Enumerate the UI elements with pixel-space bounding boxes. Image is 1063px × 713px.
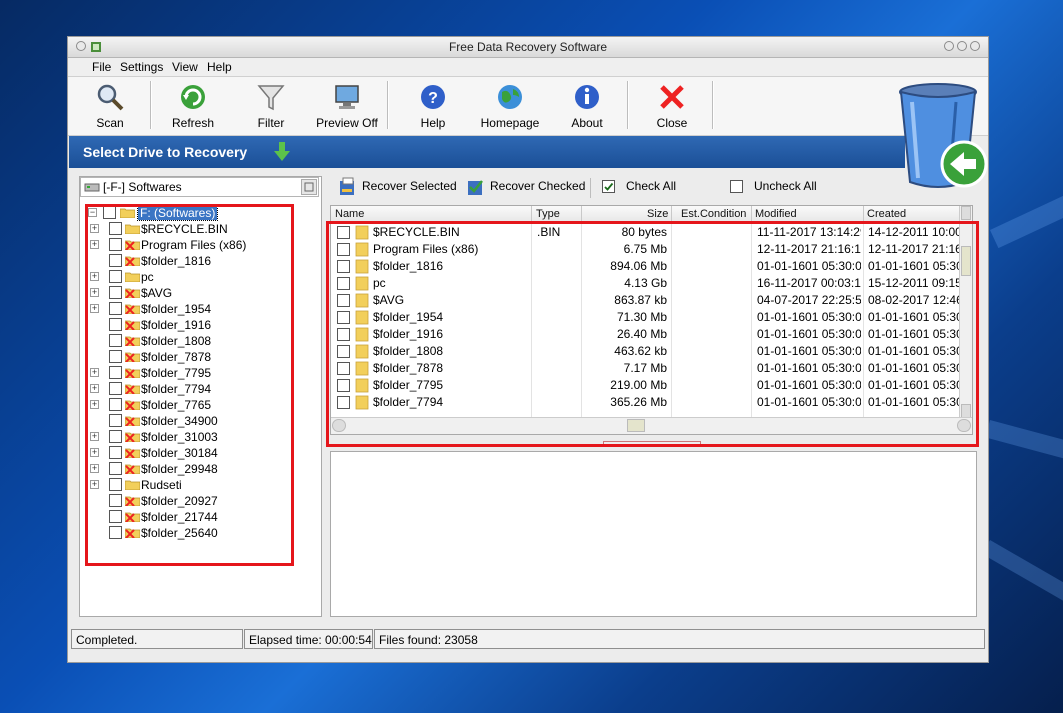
preview-pane [330,451,977,617]
funnel-icon [257,85,285,111]
close-window-button[interactable] [970,41,980,51]
filter-label: Filter [257,116,285,130]
recover-selected-button[interactable]: Recover Selected [338,176,457,198]
check-all-label: Check All [626,179,677,193]
drive-select-banner: Select Drive to Recovery [69,136,905,168]
refresh-icon [181,85,205,109]
scroll-up-arrow[interactable] [961,206,971,220]
homepage-label: Homepage [480,116,540,130]
drive-refresh-icon [304,182,314,192]
close-button[interactable]: Close [637,81,707,131]
column-modified[interactable]: Modified [755,208,797,220]
action-separator [590,178,591,198]
menu-view[interactable]: View [172,60,198,74]
red-x-icon [660,85,684,109]
help-icon: ? [421,85,445,109]
refresh-label: Refresh [171,116,215,130]
toolbar-separator [387,81,389,129]
preview-off-label: Preview Off [316,116,378,130]
check-all-checkbox[interactable] [602,180,615,193]
scan-label: Scan [96,116,124,130]
toolbar-separator [150,81,152,129]
green-down-arrow-icon [274,142,290,161]
uncheck-all-label: Uncheck All [754,179,817,193]
toolbar: Scan Refresh Filter Preview Off ? Help H… [68,77,988,136]
column-size[interactable]: Size [647,208,668,220]
monitor-icon [335,85,359,109]
window-title: Free Data Recovery Software [448,40,608,54]
recycle-bin-icon [899,83,988,188]
desktop-light-ray [990,179,1063,249]
column-type[interactable]: Type [536,208,560,220]
uncheck-all-button[interactable]: Uncheck All [730,176,830,198]
recover-selected-label: Recover Selected [362,179,457,193]
recover-checked-button[interactable]: Recover Checked [466,176,586,198]
recover-checked-icon [468,180,483,195]
globe-icon [498,85,522,109]
drive-icon [84,183,100,192]
menu-settings[interactable]: Settings [120,60,163,74]
column-condition[interactable]: Est.Condition [681,208,746,220]
help-label: Help [420,116,446,130]
about-label: About [571,116,603,130]
close-label: Close [656,116,688,130]
filter-button[interactable]: Filter [236,81,306,131]
highlight-grid-box [326,221,979,447]
drive-dropdown-value: [-F-] Softwares [103,180,182,194]
drive-dropdown-button[interactable] [301,179,317,195]
check-all-button[interactable]: Check All [602,176,692,198]
minimize-button[interactable] [944,41,954,51]
status-state: Completed. [71,629,243,649]
desktop-light-ray [985,420,1063,469]
action-bar: Recover Selected Recover Checked Check A… [330,176,980,200]
help-button[interactable]: ? Help [398,81,468,131]
menu-bar: File Settings View Help [68,58,988,77]
highlight-tree-box [85,204,294,566]
column-created[interactable]: Created [867,208,906,220]
banner-title: Select Drive to Recovery [83,144,248,160]
svg-text:?: ? [428,90,438,107]
title-bar[interactable]: Free Data Recovery Software [68,37,988,58]
homepage-button[interactable]: Homepage [475,81,545,131]
status-files-found: Files found: 23058 [374,629,985,649]
preview-off-button[interactable]: Preview Off [312,81,382,131]
status-elapsed: Elapsed time: 00:00:54 [244,629,373,649]
info-icon [575,85,599,109]
recycle-bin-graphic [898,82,988,194]
recover-checked-label: Recover Checked [490,179,586,193]
about-button[interactable]: About [552,81,622,131]
status-bar: Completed. Elapsed time: 00:00:54 Files … [68,629,988,651]
scan-button[interactable]: Scan [75,81,145,131]
recover-selected-icon [340,177,354,195]
refresh-button[interactable]: Refresh [158,81,228,131]
drive-dropdown[interactable]: [-F-] Softwares [80,177,319,197]
checkmark-icon [604,182,614,191]
menu-help[interactable]: Help [207,60,232,74]
magnifier-icon [97,84,124,111]
toolbar-separator [627,81,629,129]
desktop-light-ray [982,540,1063,614]
maximize-button[interactable] [957,41,967,51]
column-name[interactable]: Name [335,208,364,220]
menu-file[interactable]: File [92,60,111,74]
uncheck-all-checkbox[interactable] [730,180,743,193]
toolbar-separator [712,81,714,129]
